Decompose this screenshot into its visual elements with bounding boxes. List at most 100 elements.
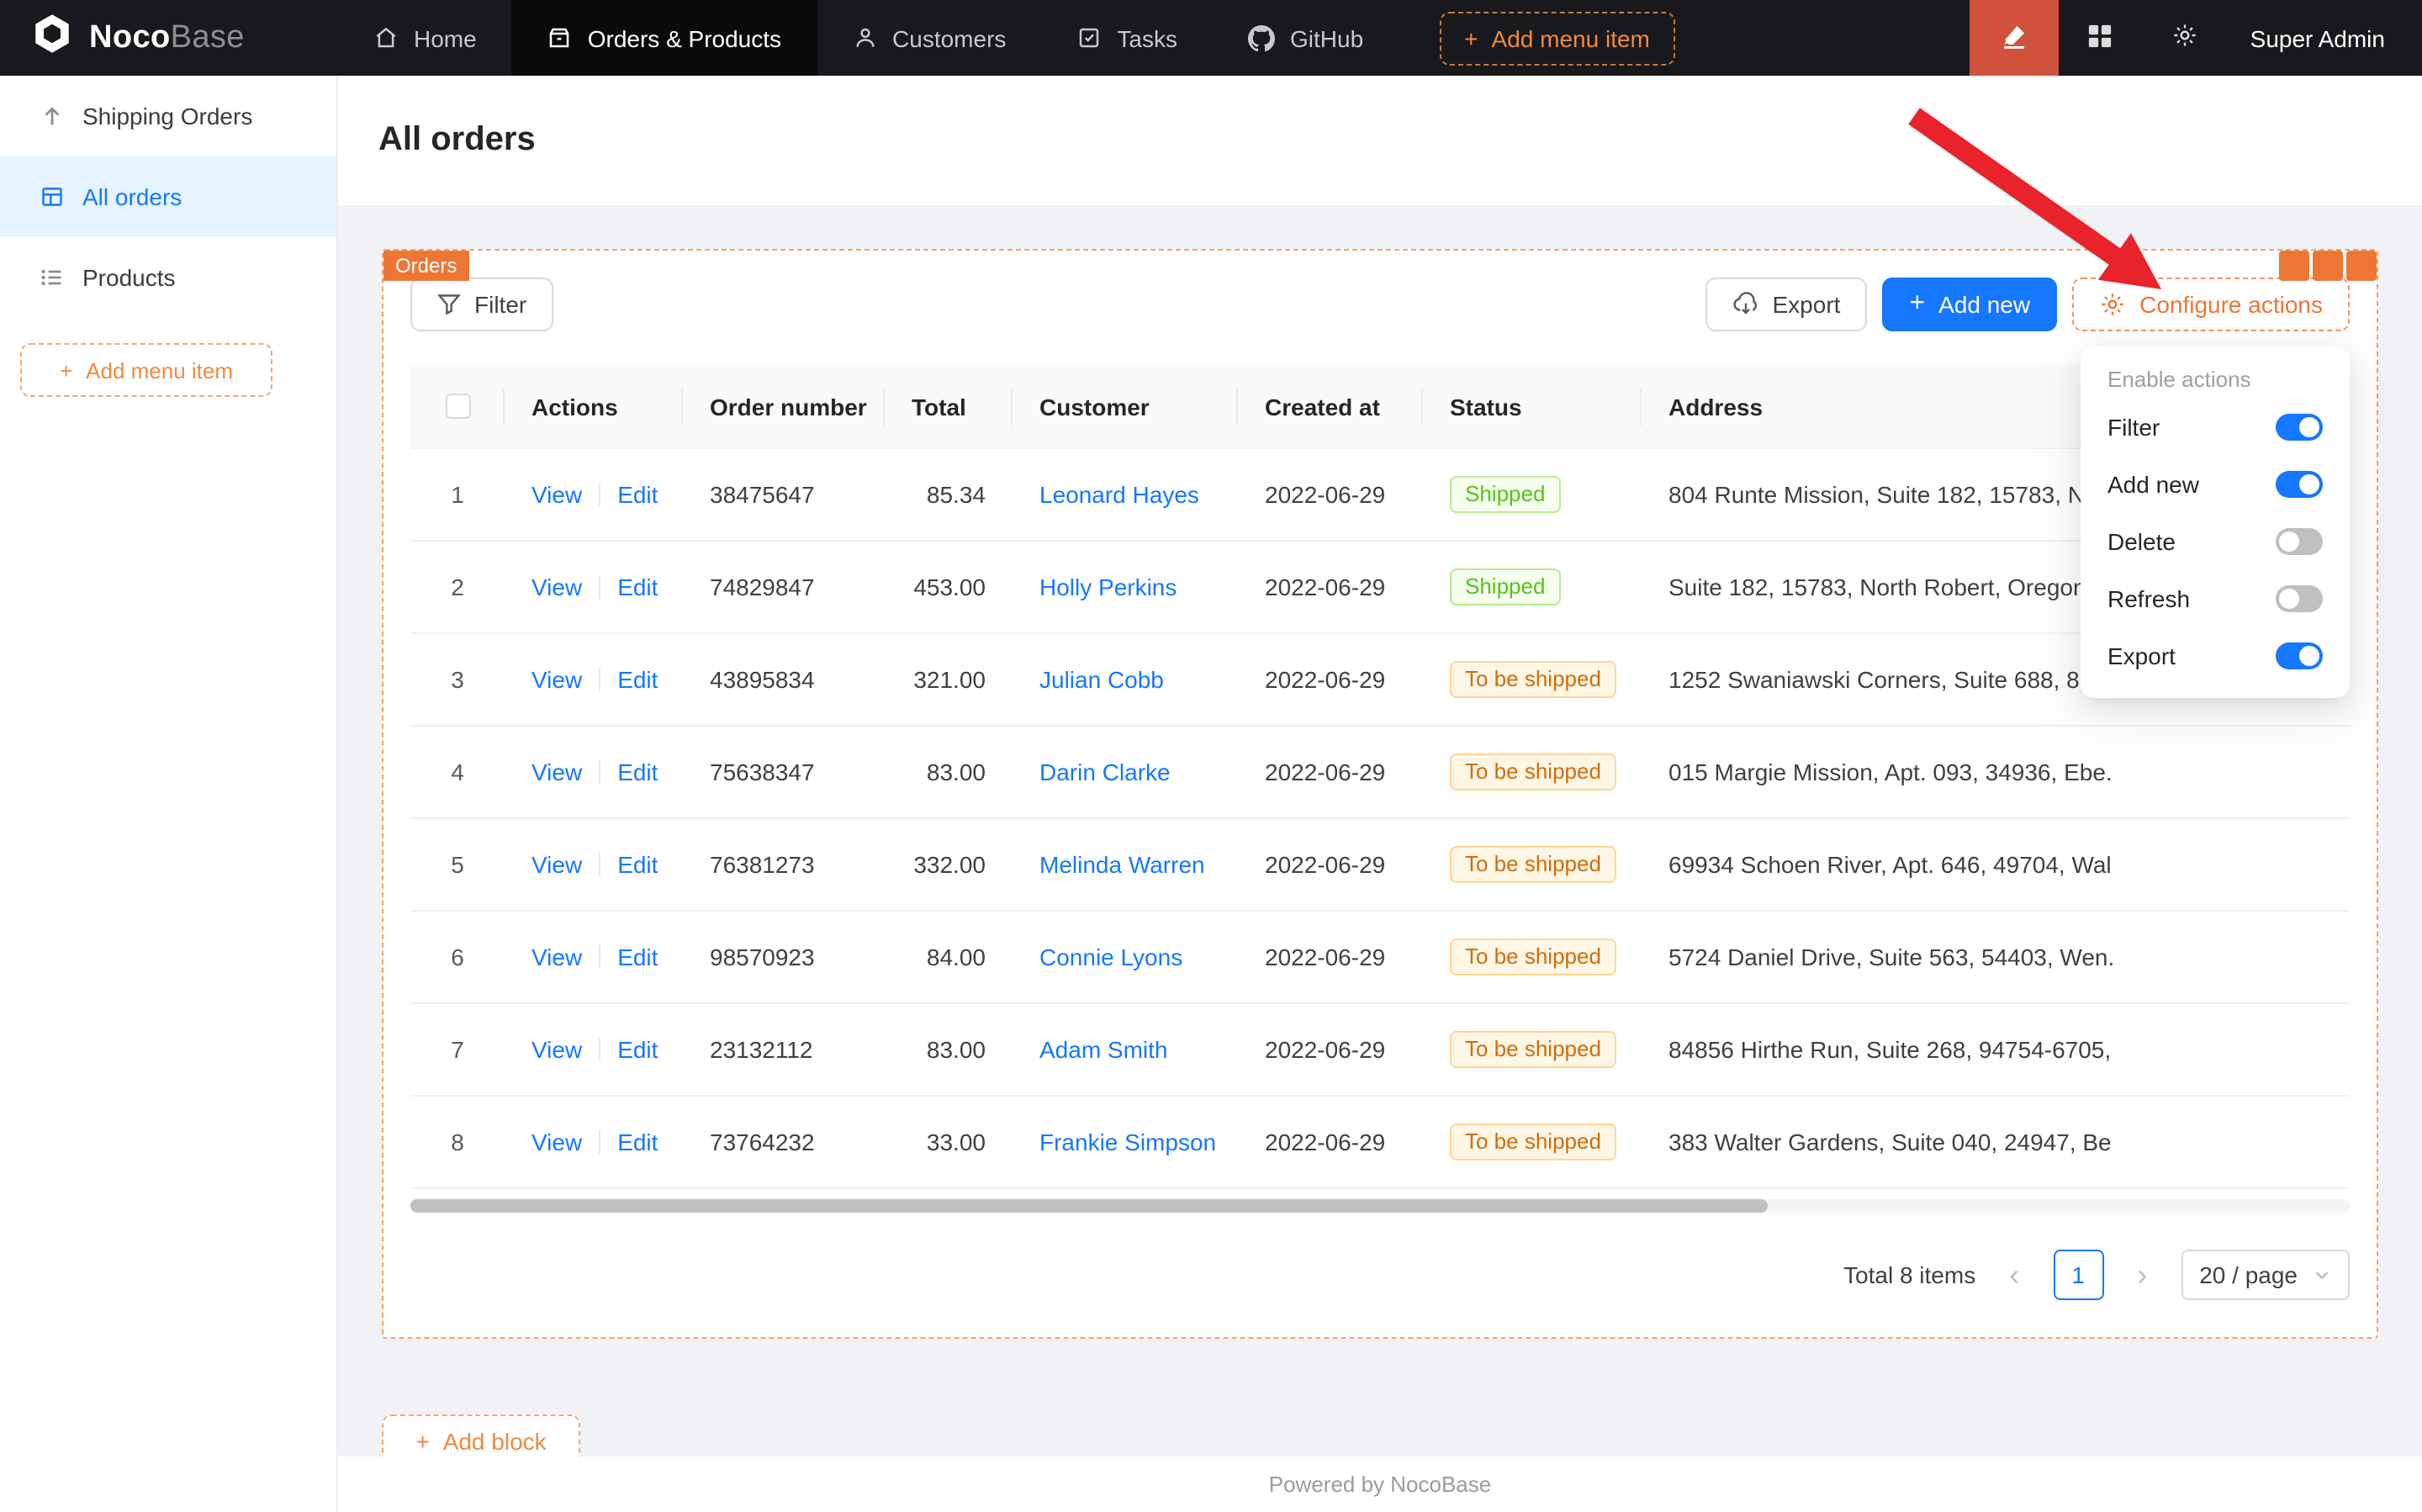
row-index: 5	[451, 851, 464, 878]
scrollbar-thumb[interactable]	[410, 1199, 1768, 1213]
orders-table-body: 1 ViewEdit 38475647 85.34 Leonard Hayes …	[410, 449, 2350, 1189]
toggle-switch[interactable]	[2276, 528, 2323, 555]
add-block-left-icon[interactable]	[2279, 251, 2309, 281]
add-block-button[interactable]: + Add block	[382, 1414, 580, 1456]
customer-link[interactable]: Connie Lyons	[1039, 944, 1182, 970]
navbar-item[interactable]: Home	[338, 0, 512, 76]
edit-link[interactable]: Edit	[617, 944, 658, 970]
status-cell: Shipped	[1423, 476, 1642, 513]
sidebar-menu: Shipping Orders All orders Products	[0, 76, 336, 318]
view-link[interactable]: View	[531, 1129, 582, 1155]
edit-link[interactable]: Edit	[617, 1129, 658, 1155]
sidebar-item[interactable]: All orders	[0, 156, 336, 237]
status-badge: Shipped	[1450, 568, 1560, 605]
view-link[interactable]: View	[531, 574, 582, 600]
customer-link[interactable]: Frankie Simpson	[1039, 1129, 1216, 1155]
horizontal-scrollbar[interactable]	[410, 1199, 2350, 1213]
next-page-button[interactable]: ›	[2117, 1250, 2167, 1300]
order-number-cell: 98570923	[683, 944, 885, 970]
customer-link[interactable]: Leonard Hayes	[1039, 481, 1199, 508]
content-area: Orders Filter Export + Add	[338, 205, 2422, 1456]
block-tag: Orders	[383, 251, 468, 281]
navbar-add-menu-item-button[interactable]: + Add menu item	[1439, 11, 1675, 65]
row-index: 7	[451, 1036, 464, 1063]
table-row: 7 ViewEdit 23132112 83.00 Adam Smith 202…	[410, 1004, 2350, 1097]
highlighter-icon	[2000, 21, 2028, 55]
block-menu-icon[interactable]	[2346, 251, 2377, 281]
enable-action-item[interactable]: Refresh	[2087, 570, 2343, 627]
row-index: 3	[451, 666, 464, 693]
status-cell: Shipped	[1423, 568, 1642, 605]
enable-action-item[interactable]: Delete	[2087, 513, 2343, 570]
export-icon	[1732, 291, 1759, 318]
status-badge: To be shipped	[1450, 1031, 1616, 1068]
toggle-switch[interactable]	[2276, 642, 2323, 669]
toggle-switch[interactable]	[2276, 414, 2323, 441]
filter-button[interactable]: Filter	[410, 278, 553, 331]
highlighter-icon-button[interactable]	[1970, 0, 2059, 76]
enable-action-item[interactable]: Export	[2087, 627, 2343, 685]
total-cell: 453.00	[885, 574, 1013, 600]
gear-icon	[2171, 22, 2198, 54]
customer-link[interactable]: Darin Clarke	[1039, 759, 1171, 785]
gear-icon-button[interactable]	[2143, 0, 2227, 76]
add-block-label: Add block	[443, 1428, 547, 1455]
edit-link[interactable]: Edit	[617, 1036, 658, 1063]
navbar-item[interactable]: Tasks	[1041, 0, 1213, 76]
order-number-cell: 75638347	[683, 759, 885, 785]
edit-link[interactable]: Edit	[617, 759, 658, 785]
view-link[interactable]: View	[531, 851, 582, 878]
customer-link[interactable]: Melinda Warren	[1039, 851, 1205, 878]
add-block-right-icon[interactable]	[2313, 251, 2343, 281]
view-link[interactable]: View	[531, 759, 582, 785]
grid-icon-button[interactable]	[2059, 0, 2143, 76]
add-new-button[interactable]: + Add new	[1882, 278, 2057, 331]
export-button[interactable]: Export	[1705, 278, 1868, 331]
list-icon	[40, 266, 64, 289]
edit-link[interactable]: Edit	[617, 574, 658, 600]
page-size-select[interactable]: 20 / page	[2181, 1250, 2350, 1300]
navbar-item[interactable]: GitHub	[1213, 0, 1399, 76]
toolbar: Filter Export + Add new Con	[410, 278, 2350, 331]
page-1-button[interactable]: 1	[2053, 1250, 2103, 1300]
navbar-menu: Home Orders & Products Customers Tasks G…	[338, 0, 1399, 76]
column-header-customer: Customer	[1013, 393, 1238, 420]
sidebar-item[interactable]: Products	[0, 237, 336, 318]
toggle-switch[interactable]	[2276, 585, 2323, 612]
edit-link[interactable]: Edit	[617, 666, 658, 693]
page-title: All orders	[378, 121, 536, 160]
configure-actions-button[interactable]: Configure actions	[2072, 278, 2350, 331]
row-index-cell: 7	[410, 1036, 505, 1063]
sidebar-add-menu-item-button[interactable]: + Add menu item	[20, 343, 272, 397]
status-cell: To be shipped	[1423, 1123, 1642, 1160]
navbar-item[interactable]: Customers	[817, 0, 1041, 76]
address-cell: 69934 Schoen River, Apt. 646, 49704, Wal…	[1642, 851, 2113, 878]
edit-link[interactable]: Edit	[617, 481, 658, 508]
customer-cell: Frankie Simpson	[1013, 1129, 1238, 1155]
brand[interactable]: NocoBase	[0, 0, 338, 76]
customer-link[interactable]: Julian Cobb	[1039, 666, 1164, 693]
row-index-cell: 5	[410, 851, 505, 878]
orders-block: Orders Filter Export + Add	[382, 249, 2378, 1339]
customer-link[interactable]: Holly Perkins	[1039, 574, 1177, 600]
view-link[interactable]: View	[531, 481, 582, 508]
enable-action-item[interactable]: Filter	[2087, 399, 2343, 456]
column-header-status: Status	[1423, 393, 1642, 420]
enable-action-item[interactable]: Add new	[2087, 456, 2343, 513]
view-link[interactable]: View	[531, 666, 582, 693]
navbar-item-label: Home	[414, 24, 477, 51]
navbar-item[interactable]: Orders & Products	[512, 0, 817, 76]
customer-link[interactable]: Adam Smith	[1039, 1036, 1168, 1063]
prev-page-button[interactable]: ‹	[1989, 1250, 2039, 1300]
user-menu[interactable]: Super Admin	[2227, 0, 2422, 76]
edit-link[interactable]: Edit	[617, 851, 658, 878]
total-cell: 33.00	[885, 1129, 1013, 1155]
view-link[interactable]: View	[531, 1036, 582, 1063]
toggle-switch[interactable]	[2276, 471, 2323, 498]
plus-icon: +	[60, 357, 72, 383]
address-cell: 1252 Swaniawski Corners, Suite 688, 8137…	[1642, 666, 2113, 693]
select-all-checkbox[interactable]	[445, 394, 470, 419]
sidebar-item[interactable]: Shipping Orders	[0, 76, 336, 156]
view-link[interactable]: View	[531, 944, 582, 970]
row-index-cell: 3	[410, 666, 505, 693]
